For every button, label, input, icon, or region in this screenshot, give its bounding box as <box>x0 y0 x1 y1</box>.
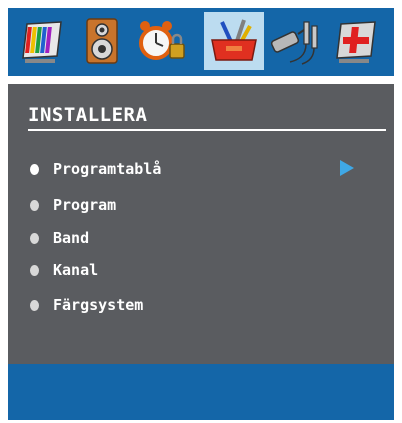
menu-item-kanal[interactable]: Kanal <box>30 261 98 279</box>
tab-features[interactable] <box>328 12 384 70</box>
menu-title: INSTALLERA <box>28 104 148 126</box>
top-menu-bar <box>8 8 394 76</box>
menu-item-label: Kanal <box>53 261 99 279</box>
menu-item-label: Program <box>53 196 117 214</box>
red-cross-icon <box>336 21 376 63</box>
menu-item-label: Band <box>53 229 90 247</box>
tab-source[interactable] <box>266 12 322 70</box>
bullet-icon <box>30 199 39 211</box>
menu-item-fargsystem[interactable]: Färgsystem <box>30 296 143 314</box>
tab-picture[interactable] <box>14 12 70 70</box>
menu-item-program[interactable]: Program <box>30 196 116 214</box>
bullet-icon <box>30 299 39 311</box>
alarm-clock-lock-icon <box>139 21 185 60</box>
title-rule <box>28 129 386 131</box>
plugs-icon <box>270 21 318 65</box>
bullet-icon <box>30 163 39 175</box>
picture-icon <box>22 21 62 63</box>
menu-item-label: Programtablå <box>53 160 162 178</box>
tab-timer[interactable] <box>134 12 190 70</box>
speaker-icon <box>86 18 118 64</box>
install-menu-panel: INSTALLERA Programtablå Program Band Kan… <box>8 84 394 364</box>
bullet-icon <box>30 232 39 244</box>
tab-install[interactable] <box>204 12 264 70</box>
bullet-icon <box>30 264 39 276</box>
submenu-arrow-icon[interactable] <box>340 160 354 176</box>
toolbox-icon <box>211 19 257 61</box>
menu-item-band[interactable]: Band <box>30 229 89 247</box>
tab-sound[interactable] <box>74 12 130 70</box>
menu-divider <box>8 76 394 79</box>
bottom-info-bar <box>8 364 394 420</box>
menu-item-label: Färgsystem <box>53 296 144 314</box>
menu-item-programtabla[interactable]: Programtablå <box>30 160 161 178</box>
